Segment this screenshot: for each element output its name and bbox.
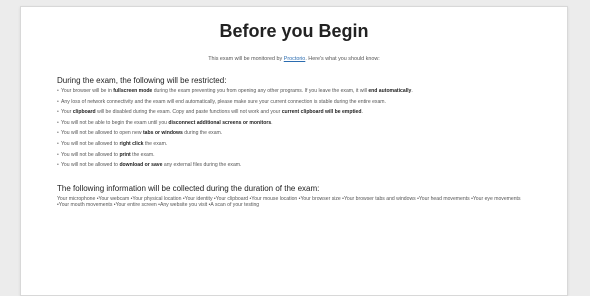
intro-before-link: This exam will be monitored by: [208, 56, 284, 62]
proctorio-link[interactable]: Proctorio: [284, 56, 306, 62]
restriction-text-b: tabs or windows: [142, 130, 183, 137]
restriction-text-b: fullscreen mode: [113, 88, 153, 94]
restriction-item: You will not be allowed to open new tabs…: [57, 130, 531, 137]
restriction-text-d: current clipboard will be emptied: [281, 109, 362, 116]
restriction-text-c: will be disabled during the exam. Copy a…: [95, 109, 282, 116]
restriction-text-e: .: [361, 109, 363, 116]
restriction-text-a: Your browser will be in: [61, 88, 114, 94]
restriction-text-c: during the exam preventing you from open…: [152, 88, 369, 94]
restriction-text-a: You will not be allowed to: [61, 140, 120, 147]
restriction-text-a: You will not be allowed to: [61, 162, 120, 169]
restriction-text-e: .: [411, 88, 413, 94]
restriction-item: Your clipboard will be disabled during t…: [57, 109, 531, 116]
collection-text: Your microphone •Your webcam •Your physi…: [57, 195, 521, 208]
intro-text: This exam will be monitored by Proctorio…: [57, 56, 531, 62]
collection-heading: The following information will be collec…: [57, 183, 320, 193]
page-title: Before you Begin: [219, 21, 369, 41]
restriction-text-c: during the exam.: [182, 130, 223, 137]
restriction-text-a: Your: [61, 109, 73, 116]
restriction-text-a: Any loss of network connectivity and the…: [61, 98, 386, 105]
intro-after-link: . Here's what you should know:: [305, 56, 380, 62]
restriction-item: You will not be allowed to download or s…: [57, 162, 531, 169]
restrictions-list: Your browser will be in fullscreen mode …: [57, 88, 531, 169]
restriction-text-b: disconnect additional screens or monitor…: [168, 119, 272, 126]
restriction-text-c: the exam.: [143, 140, 168, 147]
restriction-text-b: clipboard: [72, 109, 96, 116]
restriction-item: You will not be allowed to print the exa…: [57, 151, 531, 159]
restriction-text-a: You will not be able to begin the exam u…: [61, 119, 169, 126]
restriction-text-c: the exam.: [130, 151, 155, 158]
restriction-text-d: end automatically: [368, 88, 412, 94]
restriction-item: Any loss of network connectivity and the…: [57, 98, 531, 106]
restriction-item: You will not be able to begin the exam u…: [57, 119, 531, 127]
restriction-text-c: .: [271, 119, 273, 126]
restriction-item: You will not be allowed to right click t…: [57, 140, 531, 148]
before-you-begin-card: Before you Begin This exam will be monit…: [20, 6, 568, 296]
restriction-text-a: You will not be allowed to open new: [61, 130, 143, 137]
restriction-text-a: You will not be allowed to: [61, 151, 120, 158]
restriction-text-c: any external files during the exam.: [162, 162, 242, 169]
restriction-item: Your browser will be in fullscreen mode …: [57, 88, 531, 95]
restriction-text-b: right click: [119, 140, 144, 147]
restriction-text-b: download or save: [119, 162, 163, 169]
restrictions-heading: During the exam, the following will be r…: [57, 76, 227, 85]
restriction-text-b: print: [119, 151, 131, 158]
